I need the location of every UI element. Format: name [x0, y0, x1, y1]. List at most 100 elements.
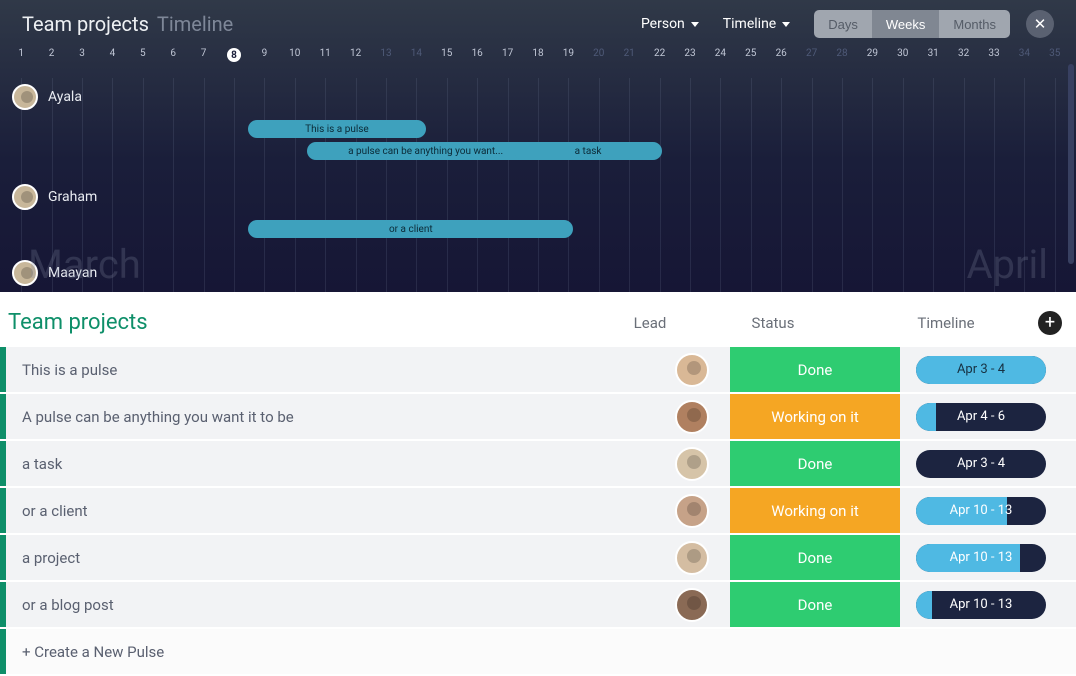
- close-button[interactable]: ✕: [1026, 10, 1054, 38]
- avatar: [12, 184, 38, 210]
- table-header: Team projects Lead Status Timeline +: [0, 292, 1076, 347]
- person-row: Ayala: [12, 84, 82, 114]
- gantt-bar[interactable]: a task: [514, 142, 662, 160]
- status-cell[interactable]: Done: [730, 535, 900, 580]
- table-row[interactable]: A pulse can be anything you want it to b…: [0, 394, 1076, 439]
- ruler-tick: 1: [18, 48, 24, 59]
- create-pulse-label: + Create a New Pulse: [6, 643, 1046, 661]
- avatar: [675, 541, 709, 575]
- status-cell[interactable]: Done: [730, 441, 900, 486]
- avatar: [675, 588, 709, 622]
- timeline-cell[interactable]: Apr 10 - 13: [916, 497, 1046, 525]
- avatar: [675, 447, 709, 481]
- plus-icon: +: [1045, 312, 1055, 333]
- person-name: Graham: [48, 189, 97, 205]
- row-text: a task: [6, 455, 662, 473]
- gantt-bar[interactable]: a pulse can be anything you want...: [307, 142, 543, 160]
- create-pulse-row[interactable]: + Create a New Pulse: [0, 629, 1076, 674]
- ruler-tick: 29: [867, 48, 878, 59]
- topbar: Team projects Timeline Person Timeline D…: [0, 0, 1076, 44]
- ruler-tick: 12: [350, 48, 361, 59]
- timeline-cell[interactable]: Apr 10 - 13: [916, 544, 1046, 572]
- row-lead[interactable]: [662, 447, 722, 481]
- ruler-tick: 30: [897, 48, 908, 59]
- row-lead[interactable]: [662, 588, 722, 622]
- ruler-tick: 15: [441, 48, 452, 59]
- ruler-tick: 9: [262, 48, 268, 59]
- row-lead[interactable]: [662, 400, 722, 434]
- ruler-tick: 18: [532, 48, 543, 59]
- col-status: Status: [688, 314, 858, 332]
- person-dropdown[interactable]: Person: [641, 16, 699, 32]
- add-button[interactable]: +: [1038, 311, 1062, 335]
- col-timeline: Timeline: [866, 314, 1026, 332]
- row-lead[interactable]: [662, 541, 722, 575]
- row-text: or a blog post: [6, 596, 662, 614]
- ruler-tick: 2: [49, 48, 55, 59]
- row-text: or a client: [6, 502, 662, 520]
- month-label-left: March: [28, 241, 141, 288]
- ruler-tick: 16: [472, 48, 483, 59]
- row-text: A pulse can be anything you want it to b…: [6, 408, 662, 426]
- chevron-down-icon: [691, 22, 699, 27]
- person-name: Ayala: [48, 89, 82, 105]
- status-cell[interactable]: Done: [730, 582, 900, 627]
- timeline-ruler: 1234567891011121314151617181920212223242…: [6, 48, 1070, 66]
- timeline-cell[interactable]: Apr 4 - 6: [916, 403, 1046, 431]
- status-cell[interactable]: Working on it: [730, 394, 900, 439]
- view-dropdown[interactable]: Timeline: [723, 16, 790, 32]
- avatar: [675, 353, 709, 387]
- status-cell[interactable]: Done: [730, 347, 900, 392]
- ruler-tick: 21: [624, 48, 635, 59]
- person-dropdown-label: Person: [641, 16, 685, 32]
- table-rows: This is a pulse Done Apr 3 - 4 A pulse can …: [0, 347, 1076, 676]
- table-row[interactable]: or a blog post Done Apr 10 - 13: [0, 582, 1076, 627]
- row-lead[interactable]: [662, 494, 722, 528]
- scale-months[interactable]: Months: [939, 10, 1010, 38]
- ruler-tick: 32: [958, 48, 969, 59]
- ruler-tick: 4: [110, 48, 116, 59]
- scale-segmented: Days Weeks Months: [814, 10, 1010, 38]
- month-label-right: April: [966, 241, 1048, 288]
- ruler-tick: 27: [806, 48, 817, 59]
- person-row: Graham: [12, 184, 97, 214]
- ruler-tick: 3: [79, 48, 85, 59]
- ruler-tick: 28: [836, 48, 847, 59]
- scrollbar[interactable]: [1068, 64, 1074, 264]
- timeline-cell[interactable]: Apr 3 - 4: [916, 356, 1046, 384]
- gantt-bar[interactable]: or a client: [248, 220, 573, 238]
- table-row[interactable]: a task Done Apr 3 - 4: [0, 441, 1076, 486]
- close-icon: ✕: [1034, 15, 1047, 33]
- page-subtitle: Timeline: [157, 12, 233, 36]
- ruler-tick: 34: [1019, 48, 1030, 59]
- ruler-tick: 22: [654, 48, 665, 59]
- ruler-tick: 20: [593, 48, 604, 59]
- ruler-tick: 24: [715, 48, 726, 59]
- row-lead[interactable]: [662, 353, 722, 387]
- avatar: [12, 84, 38, 110]
- ruler-tick: 5: [140, 48, 146, 59]
- table-row[interactable]: This is a pulse Done Apr 3 - 4: [0, 347, 1076, 392]
- timeline-cell[interactable]: Apr 3 - 4: [916, 450, 1046, 478]
- ruler-tick: 33: [988, 48, 999, 59]
- ruler-tick: 14: [411, 48, 422, 59]
- table-panel: Team projects Lead Status Timeline + Thi…: [0, 292, 1076, 676]
- avatar: [675, 400, 709, 434]
- table-row[interactable]: or a client Working on it Apr 10 - 13: [0, 488, 1076, 533]
- scale-weeks[interactable]: Weeks: [872, 10, 940, 38]
- scale-days[interactable]: Days: [814, 10, 872, 38]
- table-title: Team projects: [8, 310, 148, 335]
- view-dropdown-label: Timeline: [723, 16, 776, 32]
- ruler-tick: 7: [201, 48, 207, 59]
- status-cell[interactable]: Working on it: [730, 488, 900, 533]
- col-lead: Lead: [620, 314, 680, 332]
- ruler-tick: 26: [776, 48, 787, 59]
- timeline-cell[interactable]: Apr 10 - 13: [916, 591, 1046, 619]
- gantt-body: Ayala Graham Maayan This is a pulsea pul…: [12, 76, 1046, 292]
- gantt-bar[interactable]: This is a pulse: [248, 120, 425, 138]
- row-text: This is a pulse: [6, 361, 662, 379]
- page-title: Team projects: [22, 12, 149, 36]
- ruler-tick: 17: [502, 48, 513, 59]
- table-row[interactable]: a projectDoneApr 10 - 13: [0, 535, 1076, 580]
- ruler-tick: 31: [928, 48, 939, 59]
